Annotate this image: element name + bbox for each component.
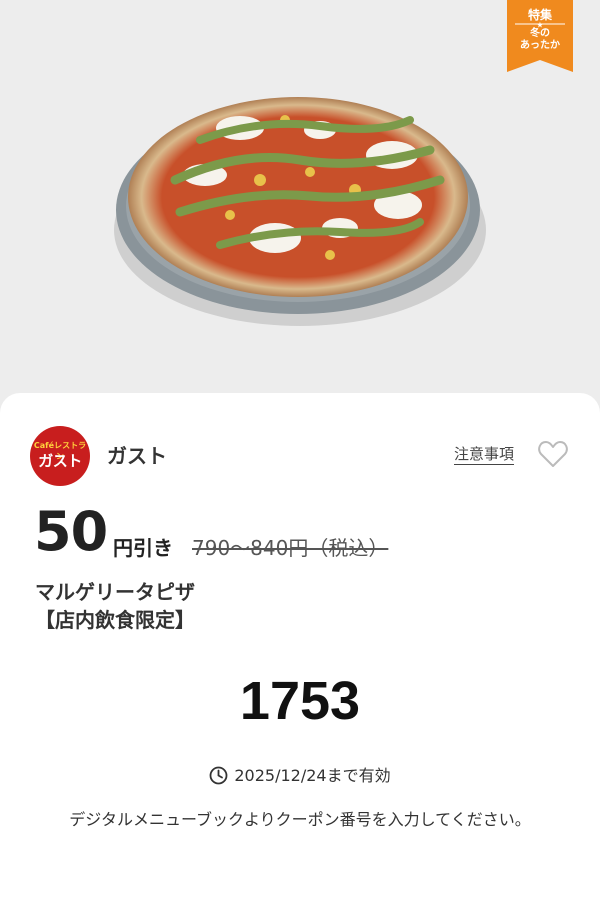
badge-top-label: 特集 — [527, 8, 552, 22]
original-price: 790〜840円（税込） — [192, 536, 389, 560]
discount-value: 50 — [34, 500, 108, 563]
logo-text: ガスト — [38, 452, 82, 470]
coupon-code: 1753 — [239, 671, 361, 731]
discount-unit: 円引き — [113, 536, 173, 560]
shop-name: ガスト — [107, 444, 167, 468]
instructions-text: デジタルメニューブックよりクーポン番号を入力してください。 — [69, 810, 531, 829]
product-tag: 【店内飲食限定】 — [35, 608, 195, 632]
clock-icon — [209, 766, 228, 785]
validity-text: 2025/12/24まで有効 — [234, 766, 391, 785]
notes-link[interactable]: 注意事項 — [454, 443, 514, 464]
product-name: マルゲリータピザ — [35, 580, 195, 604]
validity-row: 2025/12/24まで有効 — [0, 762, 600, 786]
badge-bottom-label: 冬の あったか — [520, 28, 560, 51]
heart-icon[interactable] — [538, 440, 568, 468]
shop-logo: Caféレストラン ガスト — [30, 426, 90, 486]
feature-badge[interactable]: ★ 特集 冬の あったか — [507, 0, 573, 72]
